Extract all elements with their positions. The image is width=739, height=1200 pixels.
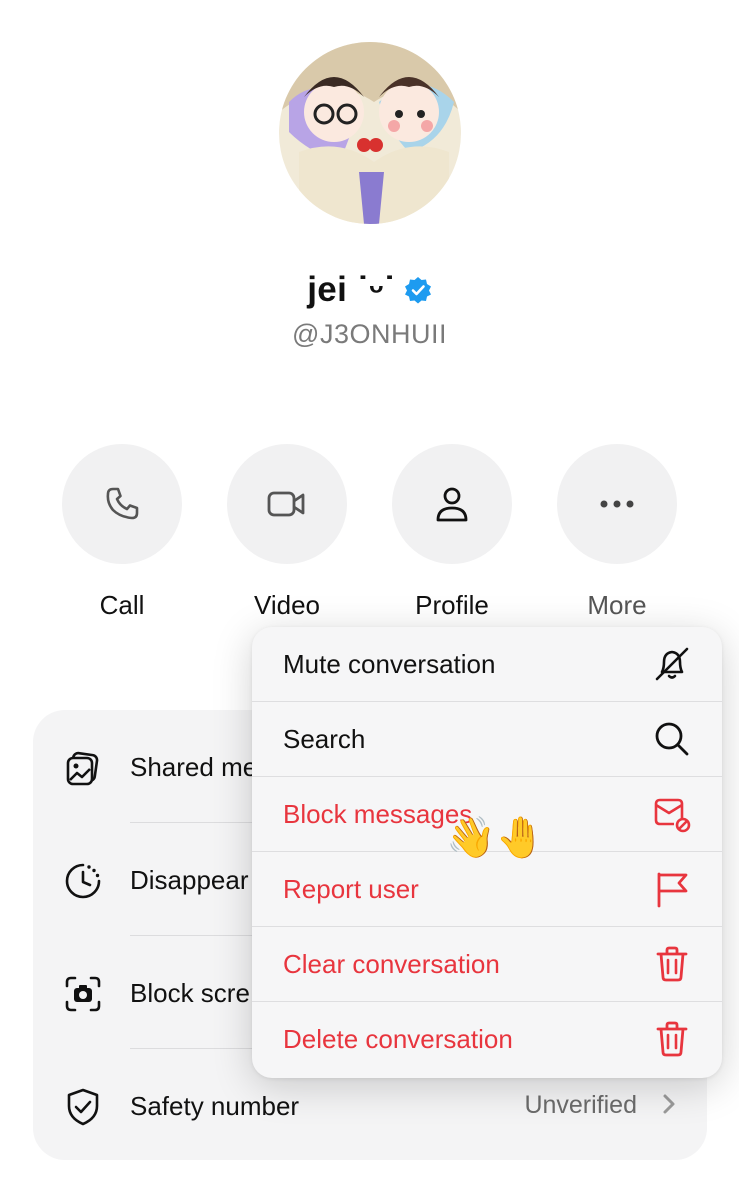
video-circle[interactable] [227, 444, 347, 564]
person-icon [436, 487, 468, 522]
shield-check-icon [67, 1088, 99, 1126]
call-label: Call [99, 590, 145, 620]
setting-label: Disappear [130, 865, 249, 895]
menu-label: Delete conversation [283, 1024, 513, 1054]
flag-icon [657, 872, 688, 908]
menu-label: Mute conversation [283, 649, 496, 679]
setting-label: Block scre [130, 978, 250, 1008]
menu-label: Report user [283, 874, 419, 904]
profile-button[interactable]: Profile [372, 444, 532, 621]
menu-label: Search [283, 724, 366, 754]
menu-label: Block messages [283, 799, 473, 829]
video-button[interactable]: Video [207, 444, 367, 621]
bell-slash-icon [655, 647, 689, 681]
display-name: jei ˙ᵕ˙ [307, 270, 396, 309]
chevron-right-icon [663, 1094, 675, 1114]
trash-icon [656, 1021, 688, 1057]
action-buttons: Call Video Profile More [0, 444, 739, 624]
profile-label: Profile [415, 590, 489, 620]
menu-delete-conversation[interactable]: Delete conversation [252, 1002, 722, 1077]
search-icon [655, 722, 689, 756]
profile-circle[interactable] [392, 444, 512, 564]
waving-hands-emoji: 👋🤚 [446, 816, 546, 860]
more-label: More [587, 590, 647, 620]
menu-label: Clear conversation [283, 949, 500, 979]
timer-icon [65, 863, 101, 899]
call-button[interactable]: Call [42, 444, 202, 621]
menu-search[interactable]: Search [252, 702, 722, 777]
video-camera-icon [267, 491, 305, 517]
setting-label: Shared me [130, 752, 258, 782]
video-label: Video [253, 590, 321, 620]
menu-report-user[interactable]: Report user [252, 852, 722, 927]
profile-name-row: jei ˙ᵕ˙ [0, 268, 739, 312]
call-circle[interactable] [62, 444, 182, 564]
more-dots-icon [600, 500, 634, 508]
menu-mute-conversation[interactable]: Mute conversation [252, 627, 722, 702]
screenshot-camera-icon [65, 976, 101, 1012]
setting-label: Safety number [130, 1091, 300, 1121]
menu-clear-conversation[interactable]: Clear conversation [252, 927, 722, 1002]
phone-icon [106, 487, 139, 520]
trash-icon [656, 946, 688, 982]
more-button[interactable]: More [537, 444, 697, 621]
photos-icon [66, 751, 99, 786]
envelope-block-icon [654, 798, 691, 833]
safety-number-status: Unverified [524, 1091, 637, 1119]
handle: @J3ONHUII [292, 319, 447, 349]
more-circle[interactable] [557, 444, 677, 564]
verified-badge-icon [404, 276, 432, 304]
avatar[interactable] [279, 42, 461, 224]
